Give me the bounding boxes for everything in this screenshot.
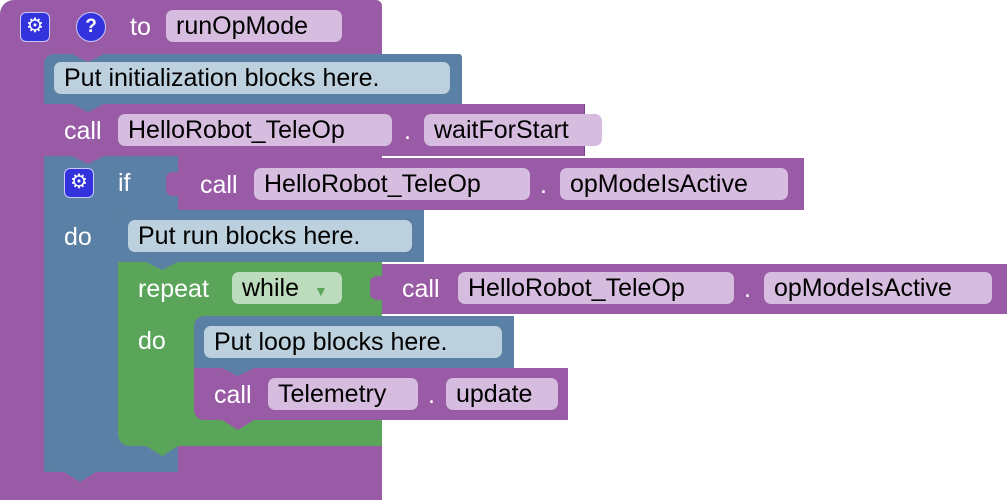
init-comment-text[interactable]: Put initialization blocks here.	[54, 62, 450, 94]
repeat-mode-dropdown[interactable]: while ▼	[232, 272, 342, 304]
do-label: do	[64, 223, 92, 251]
do-label: do	[138, 327, 166, 355]
method-field[interactable]: opModeIsActive	[764, 272, 992, 304]
object-field[interactable]: Telemetry	[268, 378, 418, 410]
dot-separator: .	[428, 381, 435, 409]
call-label: call	[200, 171, 238, 199]
method-field[interactable]: opModeIsActive	[560, 168, 788, 200]
method-field[interactable]: waitForStart	[424, 114, 602, 146]
dot-separator: .	[404, 117, 411, 145]
gear-icon[interactable]: ⚙	[20, 12, 50, 42]
call-label: call	[64, 117, 102, 145]
dot-separator: .	[540, 171, 547, 199]
loop-comment-text[interactable]: Put loop blocks here.	[204, 326, 502, 358]
if-label: if	[118, 169, 131, 197]
help-icon[interactable]: ?	[76, 12, 106, 42]
call-label: call	[214, 381, 252, 409]
object-field[interactable]: HelloRobot_TeleOp	[118, 114, 392, 146]
object-field[interactable]: HelloRobot_TeleOp	[254, 168, 530, 200]
call-label: call	[402, 275, 440, 303]
procedure-name-field[interactable]: runOpMode	[166, 10, 342, 42]
method-field[interactable]: update	[446, 378, 558, 410]
dot-separator: .	[744, 275, 751, 303]
to-label: to	[130, 13, 151, 41]
gear-icon[interactable]: ⚙	[64, 168, 94, 198]
object-field[interactable]: HelloRobot_TeleOp	[458, 272, 734, 304]
run-comment-text[interactable]: Put run blocks here.	[128, 220, 412, 252]
repeat-mode-value: while	[242, 274, 299, 302]
repeat-label: repeat	[138, 275, 209, 303]
dropdown-arrow-icon: ▼	[313, 283, 328, 299]
